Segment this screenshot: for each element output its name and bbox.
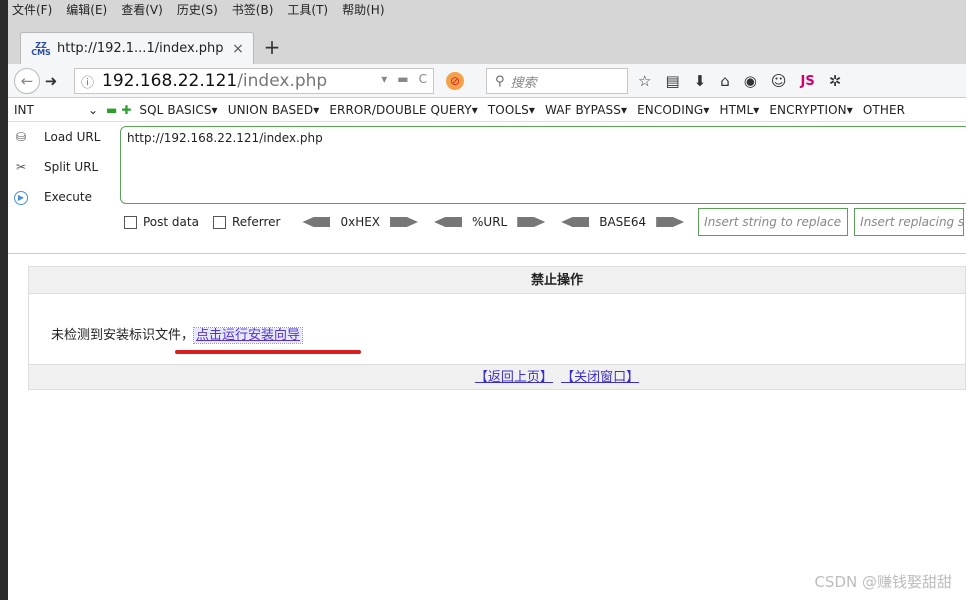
page-content: 禁止操作 未检测到安装标识文件， 点击运行安装向导 【返回上页】 【关闭窗口】 [28,266,966,390]
search-icon: ⚲ [495,73,505,89]
menu-history[interactable]: 历史(S) [177,1,218,18]
close-tab-icon[interactable]: × [229,41,247,57]
back-button[interactable]: ← [14,67,40,94]
menu-tools-hb[interactable]: TOOLS▾ [488,103,535,117]
hackbar-panel: ⛁ Load URL ✂ Split URL ▶ Execute http://… [8,122,966,254]
url-label: %URL [472,215,508,229]
search-placeholder: 搜索 [510,75,537,91]
zzcms-favicon-icon: ZZ CMS [31,40,51,57]
chevron-down-icon: ⌄ [87,102,98,117]
base64-label: BASE64 [599,215,647,229]
menu-error-double-query[interactable]: ERROR/DOUBLE QUERY▾ [329,103,478,117]
url-textarea[interactable]: http://192.168.22.121/index.php [120,126,966,204]
bug-icon[interactable]: ✲ [829,72,842,90]
plus-icon[interactable]: ✚ [121,103,131,117]
hex-encode-arrow-icon[interactable] [390,217,419,227]
scissors-icon: ✂ [15,160,27,174]
post-data-checkbox[interactable] [124,215,137,229]
execute-button[interactable]: ▶ Execute [10,186,118,208]
type-select-value: INT [14,102,34,117]
bookmark-star-icon[interactable]: ☆ [638,72,651,90]
reader-icon[interactable]: ▬ [397,72,408,86]
post-data-label: Post data [143,215,199,229]
referrer-checkbox[interactable] [212,215,226,229]
hex-label: 0xHEX [340,215,381,229]
sync-icon[interactable]: ◉ [744,72,757,90]
load-url-icon: ⛁ [15,130,27,144]
home-icon[interactable]: ⌂ [720,72,730,90]
play-icon: ▶ [10,189,32,205]
panel-footer: 【返回上页】 【关闭窗口】 [28,364,966,390]
back-page-link[interactable]: 【返回上页】 [475,370,553,385]
tab-title: http://192.1...1/index.php [57,41,224,56]
menu-html[interactable]: HTML▾ [719,103,759,117]
new-tab-button[interactable]: + [262,34,282,60]
palette-icon[interactable]: ☺ [771,72,787,90]
install-wizard-link[interactable]: 点击运行安装向导 [193,327,304,344]
toolbar-icons: ☆ ▤ ⬇ ⌂ ◉ ☺ JS ✲ [638,64,841,98]
url-bar[interactable]: ⓘ 192.168.22.121/index.php ▾ ▬ C [74,68,434,94]
menu-edit[interactable]: 编辑(E) [66,1,107,18]
load-url-label: Load URL [44,130,101,144]
url-host: 192.168.22.121 [102,71,238,91]
menu-file[interactable]: 文件(F) [12,1,52,18]
menu-help[interactable]: 帮助(H) [342,1,384,18]
menu-sql-basics[interactable]: SQL BASICS▾ [139,103,217,117]
browser-window: 文件(F) 编辑(E) 查看(V) 历史(S) 书签(B) 工具(T) 帮助(H… [8,0,966,600]
minus-icon[interactable]: ▬ [106,103,117,117]
menu-tools[interactable]: 工具(T) [287,1,328,18]
menu-view[interactable]: 查看(V) [121,1,163,18]
menu-encoding[interactable]: ENCODING▾ [637,103,709,117]
menu-bookmarks[interactable]: 书签(B) [232,1,274,18]
dropdown-arrow-icon[interactable]: ▾ [381,72,387,86]
hackbar-options: Post data Referrer 0xHEX %URL BASE64 Ins… [124,208,965,236]
menu-other[interactable]: OTHER [863,103,905,117]
annotation-underline [175,350,361,354]
panel-title: 禁止操作 [28,266,966,294]
js-toggle-icon[interactable]: JS [800,74,814,89]
navigation-bar: ← ➜ ⓘ 192.168.22.121/index.php ▾ ▬ C ⊘ ⚲… [8,64,966,98]
hackbar-actions: ⛁ Load URL ✂ Split URL ▶ Execute [10,126,118,216]
hex-decode-arrow-icon[interactable] [302,217,331,227]
info-icon[interactable]: ⓘ [81,72,94,91]
panel-body: 未检测到安装标识文件， 点击运行安装向导 [28,294,966,364]
hackbar-menu: INT ⌄ ▬ ✚ SQL BASICS▾ UNION BASED▾ ERROR… [8,98,966,122]
load-url-button[interactable]: ⛁ Load URL [10,126,118,148]
error-message: 未检测到安装标识文件， [51,328,195,343]
noscript-icon[interactable]: ⊘ [446,72,464,90]
replace-string-input[interactable]: Insert string to replace [698,208,849,236]
url-encode-arrow-icon[interactable] [517,217,546,227]
menu-waf-bypass[interactable]: WAF BYPASS▾ [545,103,627,117]
type-select[interactable]: INT ⌄ [10,100,102,120]
tab-strip: ZZ CMS http://192.1...1/index.php × + [8,18,966,64]
url-path: /index.php [237,71,328,91]
download-icon[interactable]: ⬇ [694,72,707,90]
base64-encode-arrow-icon[interactable] [656,217,685,227]
reload-icon[interactable]: C [419,72,427,86]
split-url-button[interactable]: ✂ Split URL [10,156,118,178]
close-window-link[interactable]: 【关闭窗口】 [561,370,639,385]
watermark: CSDN @赚钱娶甜甜 [814,573,952,591]
execute-label: Execute [44,190,92,204]
url-tools: ▾ ▬ C [381,72,427,86]
forward-button[interactable]: ➜ [40,70,62,92]
menubar: 文件(F) 编辑(E) 查看(V) 历史(S) 书签(B) 工具(T) 帮助(H… [8,0,966,18]
bookmarks-library-icon[interactable]: ▤ [665,72,679,90]
search-input[interactable]: ⚲ 搜索 [486,68,628,94]
base64-decode-arrow-icon[interactable] [561,217,590,227]
replacing-string-input[interactable]: Insert replacing string [854,208,965,236]
menu-union-based[interactable]: UNION BASED▾ [228,103,320,117]
referrer-label: Referrer [231,215,281,229]
menu-encryption[interactable]: ENCRYPTION▾ [769,103,853,117]
browser-tab[interactable]: ZZ CMS http://192.1...1/index.php × [20,32,254,64]
split-url-label: Split URL [44,160,99,174]
url-decode-arrow-icon[interactable] [434,217,463,227]
